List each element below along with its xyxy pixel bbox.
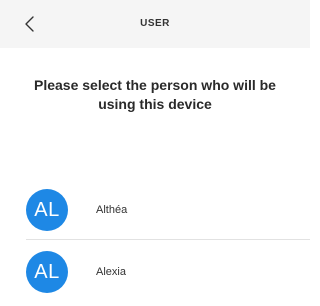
divider bbox=[26, 239, 310, 240]
user-name: Alexia bbox=[96, 266, 126, 278]
user-item-alexia[interactable]: AL Alexia bbox=[0, 241, 310, 301]
user-name: Althéa bbox=[96, 204, 128, 216]
top-bar: USER bbox=[0, 0, 310, 48]
avatar: AL bbox=[26, 189, 68, 231]
avatar: AL bbox=[26, 251, 68, 293]
user-list: AL Althéa AL Alexia bbox=[0, 179, 310, 301]
selection-prompt: Please select the person who will be usi… bbox=[34, 77, 276, 112]
user-item-althea[interactable]: AL Althéa bbox=[0, 179, 310, 240]
page-title: USER bbox=[140, 18, 170, 29]
